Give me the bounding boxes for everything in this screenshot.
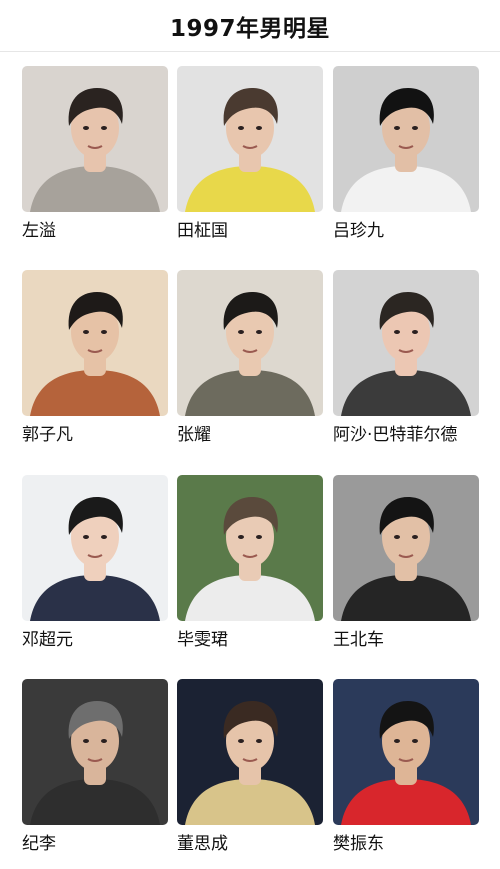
celebrity-name[interactable]: 王北车	[333, 629, 479, 651]
portrait-image	[333, 66, 479, 212]
celebrity-name[interactable]: 吕珍九	[333, 220, 479, 242]
celebrity-card[interactable]: 阿沙·巴特菲尔德	[333, 270, 479, 446]
celebrity-card[interactable]: 王北车	[333, 475, 479, 651]
portrait-image	[333, 270, 479, 416]
portrait-image	[333, 679, 479, 825]
celebrity-card[interactable]: 樊振东	[333, 679, 479, 855]
celebrity-photo[interactable]	[333, 270, 479, 416]
celebrity-photo[interactable]	[333, 475, 479, 621]
page-title: 1997年男明星	[169, 15, 330, 42]
portrait-image	[333, 475, 479, 621]
celebrity-card[interactable]: 郭子凡	[22, 270, 168, 446]
celebrity-photo[interactable]	[22, 475, 168, 621]
portrait-image	[22, 66, 168, 212]
page-header: 1997年男明星	[0, 0, 500, 52]
celebrity-card[interactable]: 纪李	[22, 679, 168, 855]
portrait-image	[22, 270, 168, 416]
celebrity-name[interactable]: 阿沙·巴特菲尔德	[333, 424, 479, 446]
celebrity-grid: 左溢 田柾国 吕珍九 郭子凡 张耀 阿沙·巴特菲尔德 邓超元 毕雯珺 王北车 纪…	[0, 52, 500, 869]
celebrity-name[interactable]: 左溢	[22, 220, 168, 242]
celebrity-name[interactable]: 田柾国	[177, 220, 323, 242]
celebrity-photo[interactable]	[333, 66, 479, 212]
celebrity-photo[interactable]	[177, 679, 323, 825]
celebrity-card[interactable]: 毕雯珺	[177, 475, 323, 651]
celebrity-name[interactable]: 张耀	[177, 424, 323, 446]
celebrity-photo[interactable]	[177, 270, 323, 416]
celebrity-card[interactable]: 田柾国	[177, 66, 323, 242]
portrait-image	[177, 679, 323, 825]
portrait-image	[177, 475, 323, 621]
portrait-image	[177, 270, 323, 416]
portrait-image	[22, 679, 168, 825]
celebrity-name[interactable]: 郭子凡	[22, 424, 168, 446]
celebrity-card[interactable]: 邓超元	[22, 475, 168, 651]
celebrity-card[interactable]: 吕珍九	[333, 66, 479, 242]
celebrity-name[interactable]: 毕雯珺	[177, 629, 323, 651]
celebrity-photo[interactable]	[22, 270, 168, 416]
celebrity-photo[interactable]	[22, 679, 168, 825]
celebrity-photo[interactable]	[22, 66, 168, 212]
celebrity-card[interactable]: 左溢	[22, 66, 168, 242]
portrait-image	[177, 66, 323, 212]
celebrity-name[interactable]: 董思成	[177, 833, 323, 855]
celebrity-card[interactable]: 张耀	[177, 270, 323, 446]
celebrity-name[interactable]: 樊振东	[333, 833, 479, 855]
celebrity-name[interactable]: 邓超元	[22, 629, 168, 651]
celebrity-photo[interactable]	[177, 475, 323, 621]
celebrity-name[interactable]: 纪李	[22, 833, 168, 855]
celebrity-photo[interactable]	[177, 66, 323, 212]
celebrity-card[interactable]: 董思成	[177, 679, 323, 855]
celebrity-photo[interactable]	[333, 679, 479, 825]
portrait-image	[22, 475, 168, 621]
